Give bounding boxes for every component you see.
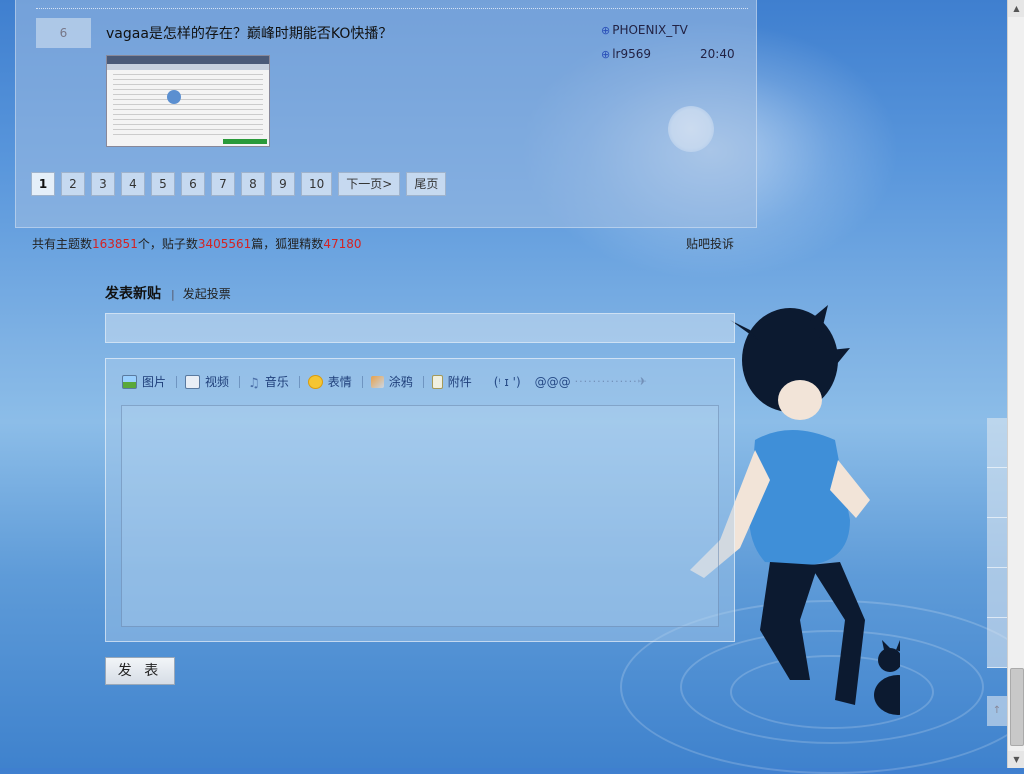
page-button-3[interactable]: 3 xyxy=(91,172,115,196)
mention-button[interactable]: @@@ xyxy=(535,375,571,389)
side-tab[interactable] xyxy=(987,568,1007,618)
divider xyxy=(36,8,748,9)
thumbnail-status xyxy=(223,139,267,144)
page-button-10[interactable]: 10 xyxy=(301,172,333,196)
divider xyxy=(239,375,241,388)
vertical-scrollbar[interactable]: ▲ ▼ xyxy=(1007,0,1024,768)
compose-header: 发表新贴 | 发起投票 xyxy=(105,283,231,303)
submit-post-button[interactable]: 发 表 xyxy=(105,657,175,685)
user-plus-icon: ⊕ xyxy=(601,48,611,61)
last-replier-name[interactable]: lr9569 xyxy=(612,47,651,61)
tool-label: 涂鸦 xyxy=(388,375,413,389)
divider xyxy=(176,375,178,388)
divider xyxy=(422,375,424,388)
insert-music-button[interactable]: ♫ 音乐 xyxy=(248,373,300,391)
compose-title: 发表新贴 xyxy=(105,286,161,302)
thumbnail-titlebar xyxy=(107,56,269,64)
header-separator: | xyxy=(171,288,175,301)
paint-palette-icon xyxy=(370,375,384,388)
side-tool-strip xyxy=(987,418,1007,668)
fan-count: 47180 xyxy=(323,237,362,251)
thread-title-link[interactable]: vagaa是怎样的存在？巅峰时期能否KO快播？ xyxy=(106,23,392,43)
page-button-4[interactable]: 4 xyxy=(121,172,145,196)
smiley-icon xyxy=(307,374,323,389)
stats-label: 篇，狐狸精数 xyxy=(251,237,324,251)
side-tab[interactable] xyxy=(987,468,1007,518)
page-button-5[interactable]: 5 xyxy=(151,172,175,196)
user-plus-icon: ⊕ xyxy=(601,24,611,37)
author-name[interactable]: PHOENIX_TV xyxy=(612,23,688,37)
complain-link[interactable]: 贴吧投诉 xyxy=(686,235,734,252)
insert-image-button[interactable]: 图片 xyxy=(122,373,178,390)
kaomoji-button[interactable]: (ᵎ ɪ ') xyxy=(494,375,521,389)
thread-list-panel: 6 vagaa是怎样的存在？巅峰时期能否KO快播？ ⊕ PHOENIX_TV ⊕ l… xyxy=(15,0,757,228)
side-tab[interactable] xyxy=(987,418,1007,468)
last-reply-time: 20:40 xyxy=(700,47,735,61)
scroll-up-arrow-icon[interactable]: ▲ xyxy=(1008,0,1024,17)
last-page-button[interactable]: 尾页 xyxy=(406,172,447,196)
insert-video-button[interactable]: 视频 xyxy=(185,373,241,390)
thumbnail-rows xyxy=(113,74,263,138)
page-button-6[interactable]: 6 xyxy=(181,172,205,196)
thread-author[interactable]: ⊕ PHOENIX_TV xyxy=(601,23,688,37)
reply-count-badge: 6 xyxy=(36,18,91,48)
insert-emoji-button[interactable]: 表情 xyxy=(307,373,363,390)
side-tab[interactable] xyxy=(987,618,1007,668)
post-content-textarea[interactable] xyxy=(121,405,719,627)
scroll-down-arrow-icon[interactable]: ▼ xyxy=(1008,751,1024,768)
tool-label: 表情 xyxy=(327,375,352,389)
post-count: 3405561 xyxy=(197,237,252,251)
image-icon xyxy=(122,374,137,389)
divider xyxy=(298,375,300,388)
forum-stats: 共有主题数163851个，贴子数3405561篇，狐狸精数47180 xyxy=(32,235,362,252)
paperclip-icon xyxy=(431,374,443,389)
page-button-2[interactable]: 2 xyxy=(61,172,85,196)
thumbnail-logo xyxy=(167,90,181,104)
tool-label: 视频 xyxy=(205,375,230,389)
tool-label: 附件 xyxy=(447,375,472,389)
tool-label: 图片 xyxy=(142,375,167,389)
thumbnail-toolbar xyxy=(107,64,269,70)
topic-count: 163851 xyxy=(92,237,138,251)
page-button-9[interactable]: 9 xyxy=(271,172,295,196)
doodle-button[interactable]: 涂鸦 xyxy=(370,373,424,390)
page-button-7[interactable]: 7 xyxy=(211,172,235,196)
paper-plane-icon: ··············✈ xyxy=(574,375,648,388)
editor-panel: 图片 视频 ♫ 音乐 表情 涂鸦 附件 (ᵎ ɪ ') @@@ ·········… xyxy=(105,358,735,642)
scrollbar-thumb[interactable] xyxy=(1010,668,1024,746)
page-button-1[interactable]: 1 xyxy=(31,172,55,196)
divider xyxy=(361,375,363,388)
start-vote-link[interactable]: 发起投票 xyxy=(183,287,231,301)
pagination: 1 2 3 4 5 6 7 8 9 10 下一页> 尾页 xyxy=(31,172,447,196)
editor-toolbar: 图片 视频 ♫ 音乐 表情 涂鸦 附件 (ᵎ ɪ ') @@@ ·········… xyxy=(122,373,648,391)
side-tab[interactable] xyxy=(987,518,1007,568)
stats-label: 共有主题数 xyxy=(32,237,93,251)
page-button-8[interactable]: 8 xyxy=(241,172,265,196)
stats-label: 个，贴子数 xyxy=(137,237,198,251)
video-icon xyxy=(185,374,201,389)
attach-button[interactable]: 附件 xyxy=(431,373,472,390)
subject-input[interactable] xyxy=(105,313,735,343)
next-page-button[interactable]: 下一页> xyxy=(338,172,401,196)
music-note-icon: ♫ xyxy=(248,375,260,391)
thread-thumbnail[interactable] xyxy=(106,55,270,147)
last-replier[interactable]: ⊕ lr9569 xyxy=(601,47,651,61)
tool-label: 音乐 xyxy=(264,375,289,389)
back-to-top-icon[interactable]: ↑ xyxy=(987,696,1007,726)
